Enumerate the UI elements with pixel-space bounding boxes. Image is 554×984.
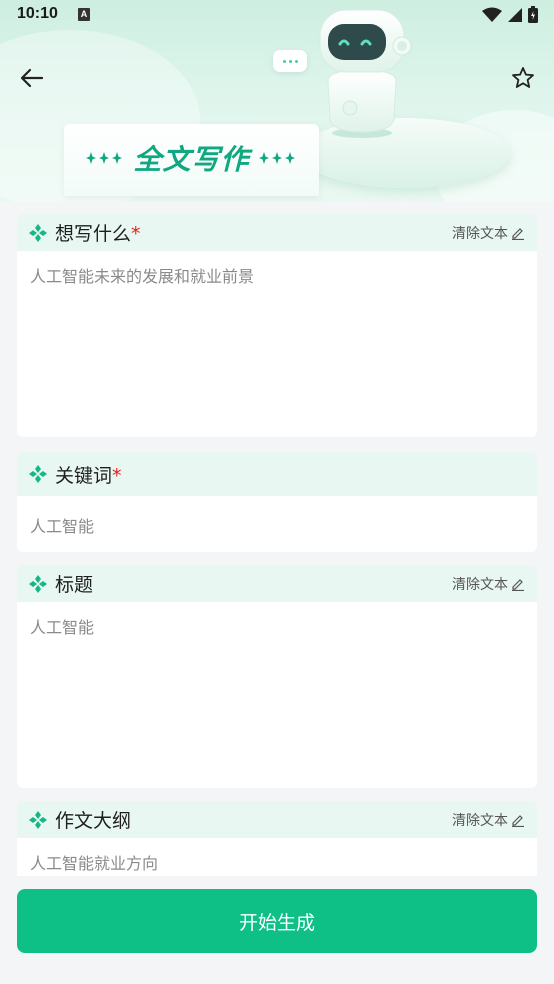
clear-text-label: 清除文本 xyxy=(452,226,508,242)
back-arrow-icon[interactable] xyxy=(18,64,46,92)
topic-input[interactable]: 人工智能未来的发展和就业前景 xyxy=(17,251,537,299)
signal-icon xyxy=(508,7,522,22)
clover-icon xyxy=(29,223,47,242)
status-time: 10:10 xyxy=(17,5,58,22)
title-field-label: 标题 xyxy=(55,574,94,596)
pencil-icon xyxy=(512,228,524,240)
topic-header: 想写什么* 清除文本 xyxy=(17,214,537,251)
clover-icon xyxy=(29,810,47,829)
chat-bubble-icon xyxy=(273,50,307,72)
title-banner: 全文写作 xyxy=(64,136,319,180)
keywords-label: 关键词* xyxy=(55,464,122,487)
clear-text-button[interactable]: 清除文本 xyxy=(452,574,525,594)
keywords-header: 关键词* xyxy=(17,452,537,496)
clover-icon xyxy=(29,574,47,593)
favorite-star-icon[interactable] xyxy=(510,65,536,91)
status-bar: 10:10 A xyxy=(0,0,554,30)
pencil-icon xyxy=(512,815,524,827)
clover-icon xyxy=(29,465,47,483)
topic-card: 想写什么* 清除文本 人工智能未来的发展和就业前景 xyxy=(17,214,537,437)
topic-label: 想写什么* xyxy=(55,223,141,245)
sparkle-left-icon xyxy=(86,152,123,164)
battery-icon xyxy=(528,6,538,23)
clear-text-button[interactable]: 清除文本 xyxy=(452,223,525,243)
generate-button[interactable]: 开始生成 xyxy=(17,889,537,953)
notification-icon: A xyxy=(78,8,90,21)
wifi-icon xyxy=(482,7,502,22)
title-field-card: 标题 清除文本 人工智能 xyxy=(17,565,537,788)
clear-text-button[interactable]: 清除文本 xyxy=(452,810,525,830)
clear-text-label: 清除文本 xyxy=(452,577,508,593)
outline-header: 作文大纲 清除文本 xyxy=(17,801,537,838)
pencil-icon xyxy=(512,579,524,591)
sparkle-right-icon xyxy=(258,152,295,164)
title-field-input[interactable]: 人工智能 xyxy=(17,602,537,650)
keywords-input[interactable]: 人工智能 xyxy=(17,496,537,549)
keywords-card: 关键词* 人工智能 xyxy=(17,452,537,552)
page-title: 全文写作 xyxy=(133,143,250,176)
robot-mascot-icon xyxy=(319,9,412,138)
header-banner: 10:10 A 全文写作 xyxy=(0,0,554,202)
clear-text-label: 清除文本 xyxy=(452,813,508,829)
outline-label: 作文大纲 xyxy=(55,810,132,832)
system-icons xyxy=(482,6,538,23)
title-field-header: 标题 清除文本 xyxy=(17,565,537,602)
